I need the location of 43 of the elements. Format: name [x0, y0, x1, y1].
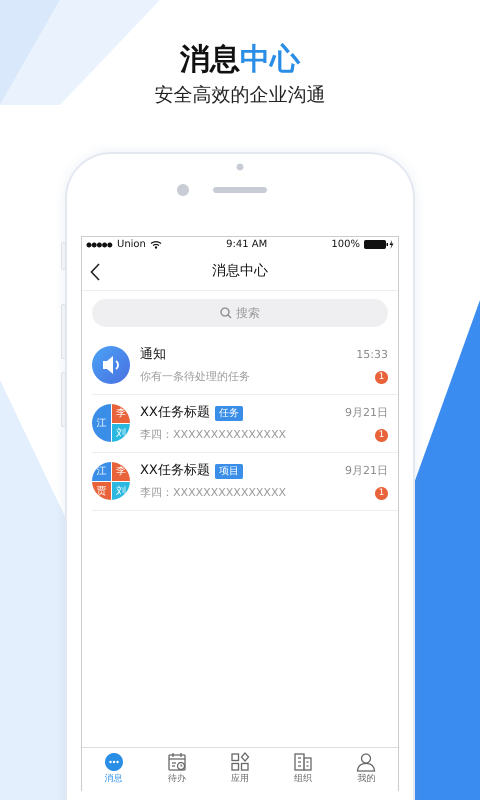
- message-time: 9月21日: [345, 404, 388, 421]
- carrier-name: Union: [117, 238, 146, 252]
- battery-icon: [364, 240, 394, 250]
- message-preview: 李四：XXXXXXXXXXXXXXX: [140, 484, 288, 501]
- calendar-icon: [166, 752, 187, 772]
- message-title: 通知: [140, 346, 166, 364]
- speaker-avatar-icon: [92, 346, 130, 384]
- building-icon: [293, 752, 314, 772]
- wifi-icon: [150, 240, 162, 250]
- message-preview: 你有一条待处理的任务: [140, 368, 251, 385]
- tab-button[interactable]: 应用: [208, 752, 272, 787]
- tab-button[interactable]: 我的: [334, 752, 398, 787]
- signal-icon: [86, 242, 113, 248]
- member-initial: 李: [112, 462, 130, 481]
- unread-count: 1: [375, 487, 388, 500]
- tab-button[interactable]: 消息: [82, 752, 146, 787]
- member-initial: 贾: [92, 482, 110, 500]
- message-title: XX任务标题: [140, 462, 210, 480]
- unread-count: 1: [375, 371, 388, 384]
- message-tag: 任务: [214, 406, 243, 421]
- member-initial: 江: [92, 404, 110, 442]
- promo-subtitle: 安全高效的企业沟通: [154, 84, 326, 107]
- unread-count: 1: [375, 429, 388, 442]
- screen-title: 消息中心: [212, 262, 268, 281]
- search-icon: [220, 306, 232, 319]
- message-row[interactable]: 通知 你有一条待处理的任务 15:33 1: [92, 336, 398, 395]
- status-time: 9:41 AM: [225, 238, 268, 252]
- speaker-grille: [213, 186, 267, 193]
- message-time: 9月21日: [345, 462, 388, 479]
- tab-button[interactable]: 待办: [145, 752, 208, 787]
- message-time: 15:33: [356, 346, 388, 363]
- apps-grid-icon: [230, 752, 250, 772]
- message-preview: 李四：XXXXXXXXXXXXXXX: [140, 426, 288, 443]
- member-initial: 李: [112, 404, 130, 423]
- chat-bubble-icon: [104, 752, 124, 772]
- camera-dot: [177, 184, 189, 196]
- message-title: XX任务标题: [140, 404, 210, 422]
- battery-percent: 100%: [331, 238, 360, 252]
- promo-title: 消息中心: [180, 42, 300, 78]
- sensor-dot: [236, 163, 244, 170]
- tab-button[interactable]: 组织: [272, 752, 335, 787]
- message-tag: 项目: [214, 464, 243, 479]
- person-icon: [356, 752, 376, 772]
